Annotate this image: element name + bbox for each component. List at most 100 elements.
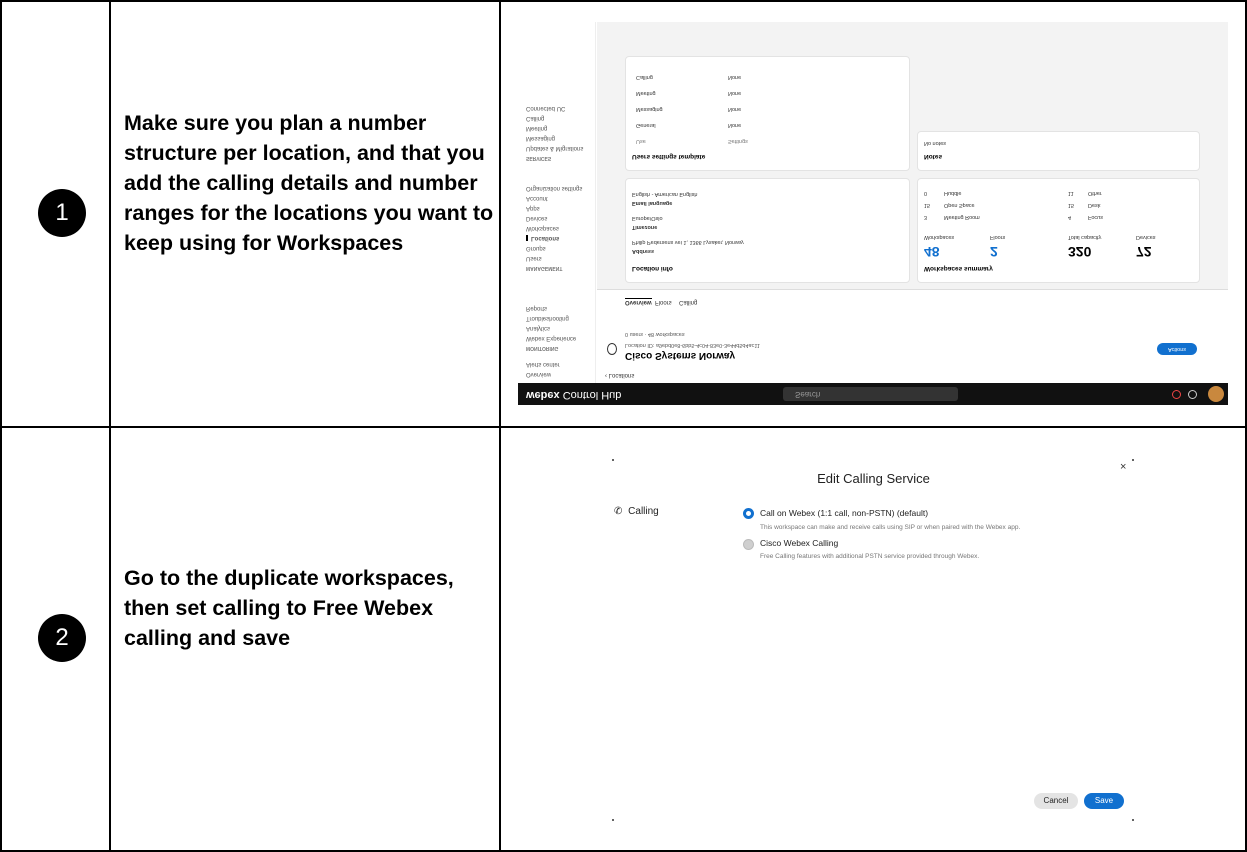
breakdown-count: 15 [924,202,931,208]
corner-mark [1132,819,1134,821]
actions-button[interactable]: Actions [1157,343,1197,355]
card-title: Users settings template [632,153,706,160]
email-language-value: English - American English [632,191,698,197]
email-language-label: Email language [632,200,673,206]
page-title: Cisco Systems Norway [625,350,736,361]
notes-value: No notes [924,140,947,146]
breakdown-label: Huddle [944,190,962,196]
settings-row-name: Messaging [636,106,663,112]
sidebar-item-alerts[interactable]: Alerts center [526,361,560,367]
sidebar-item-devices[interactable]: Devices [526,215,547,221]
search-input[interactable]: Search [783,387,958,401]
radio-cisco-webex-calling[interactable] [743,539,754,550]
top-bar: webex Control Hub Search [518,383,1228,405]
sidebar-item-messaging[interactable]: Messaging [526,135,555,141]
breakdown-label: Other [1088,190,1102,196]
stat-workspaces-label: Workspaces [924,234,955,240]
dialog-title: Edit Calling Service [817,471,930,486]
breakdown-label: Meeting Room [944,214,980,220]
sidebar-item-account[interactable]: Account [526,195,548,201]
address-label: Address [632,248,655,254]
stat-capacity-label: Total capacity [1068,234,1102,240]
corner-mark [612,819,614,821]
option-cisco-webex-calling-description: Free Calling features with additional PS… [760,553,980,560]
sidebar-item-webex-experience[interactable]: Webex Experience [526,335,576,341]
sidebar-item-analytics[interactable]: Analytics [526,325,550,331]
close-icon[interactable]: × [1120,461,1126,473]
calling-section-label: ✆ Calling [614,506,659,517]
stat-devices-label: Devices [1136,234,1156,240]
sidebar-section-monitoring: MONITORING [526,345,559,351]
tab-overview[interactable]: Overview [625,298,652,305]
location-header: ‹ Locations Cisco Systems Norway Locatio… [597,311,1228,383]
table-border-top [0,0,1247,2]
avatar[interactable] [1208,386,1224,402]
sidebar-item-calling[interactable]: Calling [526,115,544,121]
back-link[interactable]: ‹ Locations [605,372,634,378]
settings-row-name: Calling [636,74,653,80]
breakdown-count: 11 [1068,190,1074,196]
sidebar-item-reports[interactable]: Reports [526,305,547,311]
sidebar-item-org-settings[interactable]: Organization settings [526,185,582,191]
control-hub-flipped-view: webex Control Hub Search Overview Alerts… [518,22,1228,405]
location-counts: 0 users · 48 workspaces [625,331,685,337]
tab-calling[interactable]: Calling [679,299,697,305]
breakdown-count: 0 [924,190,928,196]
location-pin-icon [607,343,617,355]
settings-row-value: None [728,90,742,96]
settings-row-name: Meeting [636,90,656,96]
sidebar-item-connected-uc[interactable]: Connected UC [526,105,565,111]
breakdown-label: Desk [1088,202,1101,208]
sidebar: Overview Alerts center MONITORING Webex … [518,22,596,383]
breakdown-count: 4 [1068,214,1072,220]
save-button[interactable]: Save [1084,793,1124,809]
sidebar-item-meeting[interactable]: Meeting [526,125,547,131]
step-instruction-text: Make sure you plan a number structure pe… [124,111,494,255]
sidebar-item-groups[interactable]: Groups [526,245,546,251]
stat-floors-value: 2 [990,244,998,260]
stat-workspaces-value: 48 [924,244,940,260]
table-divider-row [0,426,1247,428]
breakdown-label: Focus [1088,214,1103,220]
settings-row-value: None [728,106,742,112]
card-title: Location info [632,265,673,272]
corner-mark [612,459,614,461]
card-title: Workspaces summary [924,265,993,272]
step-number-badge: 1 [38,189,86,237]
address-value: Philip Pedersens vei 1, 1366 Lysaker, No… [632,239,744,245]
webex-logo: webex Control Hub [526,389,622,401]
sidebar-item-updates[interactable]: Updates & Migrations [526,145,583,151]
sidebar-item-apps[interactable]: Apps [526,205,540,211]
breakdown-count: 3 [924,214,928,220]
option-call-on-webex-description: This workspace can make and receive call… [760,524,1021,531]
radio-call-on-webex[interactable] [743,508,754,519]
notification-icon[interactable] [1172,390,1181,399]
stat-capacity-value: 320 [1068,244,1092,260]
sidebar-item-troubleshooting[interactable]: Troubleshooting [526,315,569,321]
help-icon[interactable] [1188,390,1197,399]
sidebar-item-overview[interactable]: Overview [526,371,551,377]
sidebar-item-locations[interactable]: Locations [526,235,560,241]
sidebar-section-services: SERVICES [526,155,552,161]
edit-calling-service-screenshot: Edit Calling Service × ✆ Calling Call on… [502,429,1245,849]
sidebar-item-workspaces[interactable]: Workspaces [526,225,559,231]
cancel-button[interactable]: Cancel [1034,793,1078,809]
workspaces-summary-card: Workspaces summary 48 Workspaces 2 Floor… [917,178,1200,283]
control-hub-screenshot: webex Control Hub Search Overview Alerts… [518,22,1228,405]
stat-floors-label: Floors [990,234,1006,240]
timezone-value: Europe/Oslo [632,215,663,221]
location-id: Location ID: a9ebd0e8-6bb5-4c04-83e0-3e4… [625,342,761,348]
phone-icon: ✆ [614,506,623,517]
breakdown-label: Open Space [944,202,975,208]
step-number-badge: 2 [38,614,86,662]
sidebar-section-management: MANAGEMENT [526,265,563,271]
settings-row-name: General [636,122,656,128]
tab-floors[interactable]: Floors [655,299,672,305]
sidebar-item-users[interactable]: Users [526,255,542,261]
column-header: Settings [728,138,748,144]
settings-row-value: None [728,122,742,128]
settings-row-value: None [728,74,742,80]
option-call-on-webex-label: Call on Webex (1:1 call, non-PSTN) (defa… [760,508,929,518]
breakdown-count: 15 [1068,202,1075,208]
option-cisco-webex-calling-label: Cisco Webex Calling [760,538,839,548]
